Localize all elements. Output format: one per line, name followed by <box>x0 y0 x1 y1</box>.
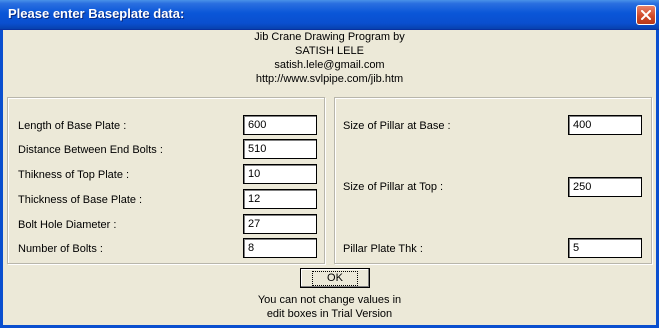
window-title: Please enter Baseplate data: <box>8 6 185 21</box>
size-of-pillar-at-base-label: Size of Pillar at Base : <box>343 120 451 132</box>
length-of-base-plate-label: Length of Base Plate : <box>18 120 127 132</box>
ok-button[interactable]: OK <box>300 268 370 288</box>
title-bar[interactable]: Please enter Baseplate data: <box>0 0 659 30</box>
thickness-of-top-plate-input[interactable]: 10 <box>243 164 317 184</box>
trial-notice-line: edit boxes in Trial Version <box>266 308 393 320</box>
pillar-plate-thk-label: Pillar Plate Thk : <box>343 243 423 255</box>
author-email: satish.lele@gmail.com <box>274 59 385 71</box>
baseplate-dialog: Please enter Baseplate data: Jib Crane D… <box>0 0 659 328</box>
thickness-of-base-plate-label: Thickness of Base Plate : <box>18 194 143 206</box>
bolt-hole-diameter-input[interactable]: 27 <box>243 214 317 234</box>
number-of-bolts-label: Number of Bolts : <box>18 243 103 255</box>
distance-between-end-bolts-label: Distance Between End Bolts : <box>18 144 163 156</box>
number-of-bolts-input[interactable]: 8 <box>243 238 317 258</box>
credits-line: Jib Crane Drawing Program by <box>254 31 405 43</box>
pillar-plate-thk-input[interactable]: 5 <box>568 238 642 258</box>
size-of-pillar-at-base-input[interactable]: 400 <box>568 115 642 135</box>
size-of-pillar-at-top-label: Size of Pillar at Top : <box>343 181 444 193</box>
author-url: http://www.svlpipe.com/jib.htm <box>255 73 404 85</box>
trial-version-notice: You can not change values in edit boxes … <box>0 293 659 321</box>
thickness-of-base-plate-input[interactable]: 12 <box>243 189 317 209</box>
size-of-pillar-at-top-input[interactable]: 250 <box>568 177 642 197</box>
length-of-base-plate-input[interactable]: 600 <box>243 115 317 135</box>
close-button[interactable] <box>636 5 656 25</box>
ok-button-label: OK <box>312 271 358 286</box>
distance-between-end-bolts-input[interactable]: 510 <box>243 139 317 159</box>
thickness-of-top-plate-label: Thikness of Top Plate : <box>18 169 130 181</box>
bolt-hole-diameter-label: Bolt Hole Diameter : <box>18 219 117 231</box>
credits-header: Jib Crane Drawing Program by SATISH LELE… <box>0 30 659 86</box>
trial-notice-line: You can not change values in <box>257 294 402 306</box>
close-icon <box>641 10 651 20</box>
author-name: SATISH LELE <box>295 45 364 57</box>
